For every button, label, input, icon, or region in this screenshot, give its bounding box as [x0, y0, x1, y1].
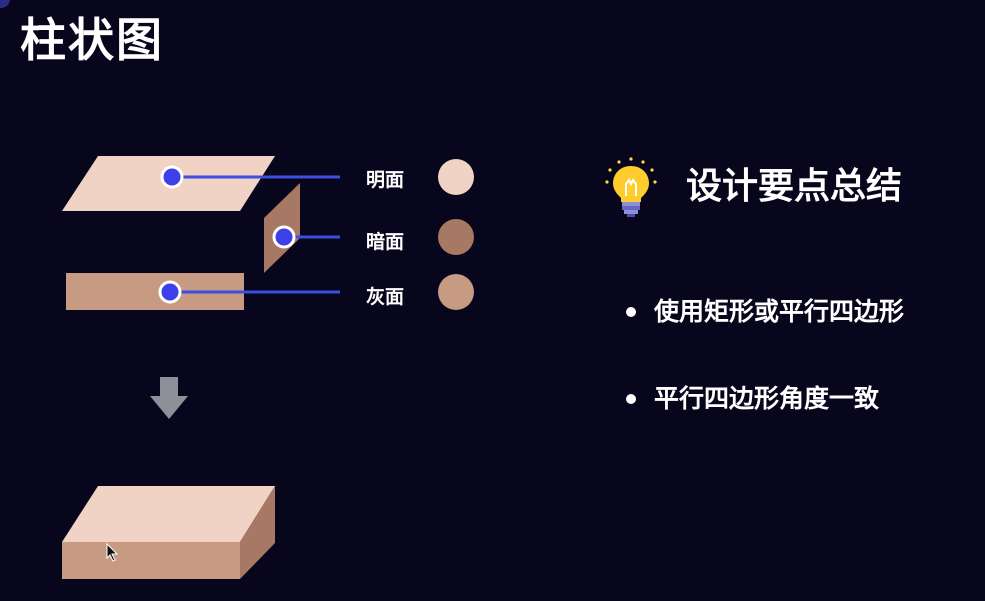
- callout-dot-light: [160, 165, 184, 189]
- summary-point: 使用矩形或平行四边形: [626, 294, 904, 330]
- assembled-front-face: [62, 542, 240, 579]
- summary-point-text: 使用矩形或平行四边形: [654, 297, 905, 326]
- summary-point: 平行四边形角度一致: [626, 381, 879, 417]
- legend-swatch-dark: [438, 219, 474, 255]
- callout-dot-dark: [272, 225, 296, 249]
- legend-swatch-light: [438, 159, 474, 195]
- lightbulb-icon: [605, 157, 657, 217]
- legend-swatch-gray: [438, 274, 474, 310]
- legend-label-dark: 暗面: [366, 231, 405, 253]
- bullet-icon: [626, 394, 636, 404]
- bullet-icon: [626, 307, 636, 317]
- down-arrow-icon: [150, 377, 188, 419]
- callout-dot-gray: [158, 280, 182, 304]
- summary-title: 设计要点总结: [686, 166, 903, 207]
- summary-point-text: 平行四边形角度一致: [654, 384, 880, 413]
- legend-label-gray: 灰面: [366, 286, 405, 308]
- legend-label-light: 明面: [366, 169, 405, 191]
- assembled-top-face: [62, 486, 275, 542]
